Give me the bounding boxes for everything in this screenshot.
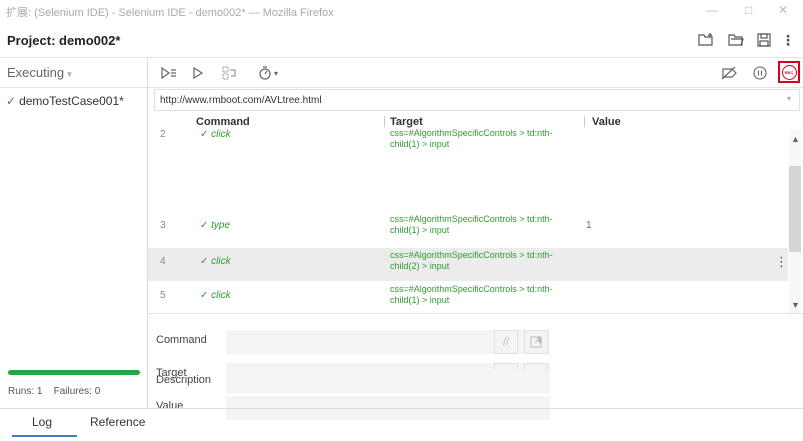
chevron-down-icon: ▾ <box>67 69 72 79</box>
command-table: Command Target Value 2 ✓ click css=#Algo… <box>148 114 803 314</box>
step-over-icon[interactable] <box>221 64 239 82</box>
window-title: 扩展: (Selenium IDE) - Selenium IDE - demo… <box>6 7 334 19</box>
row-command: ✓ click <box>200 256 231 267</box>
playback-toolbar: ▾ REC <box>148 58 803 88</box>
run-stats: Runs: 1 Failures: 0 <box>8 386 100 397</box>
close-icon[interactable]: ✕ <box>778 3 788 17</box>
speed-timer-icon[interactable]: ▾ <box>256 64 280 82</box>
test-case-item[interactable]: ✓ demoTestCase001* <box>6 94 124 108</box>
row-command: ✓ type <box>200 220 231 231</box>
open-reference-button[interactable] <box>524 330 548 354</box>
failures-count: Failures: 0 <box>53 386 101 397</box>
table-row[interactable]: 3 ✓ type css=#AlgorithmSpecificControls … <box>148 212 788 245</box>
row-target: css=#AlgorithmSpecificControls > td:nth-… <box>390 128 553 149</box>
table-scrollbar-thumb[interactable] <box>789 166 801 252</box>
main-panel: ▾ REC http://www.rmboot.com/AVLtree.html… <box>148 58 803 420</box>
row-target: css=#AlgorithmSpecificControls > td:nth-… <box>390 214 553 235</box>
table-row[interactable]: 5 ✓ click css=#AlgorithmSpecificControls… <box>148 282 788 313</box>
runs-count: Runs: 1 <box>8 386 43 397</box>
mode-dropdown[interactable]: Executing ▾ <box>0 58 147 88</box>
row-more-icon[interactable]: ⋮ <box>775 254 788 270</box>
comment-icon: // <box>502 336 510 348</box>
command-editor: Command ▾ // Target Value <box>148 316 803 420</box>
row-command: ✓ click <box>200 290 231 301</box>
record-button[interactable]: REC <box>778 61 800 83</box>
row-number: 3 <box>160 220 166 231</box>
row-number: 5 <box>160 290 166 301</box>
record-icon: REC <box>781 64 797 80</box>
run-current-test-icon[interactable] <box>190 64 206 82</box>
more-vertical-icon[interactable]: ⋮ <box>779 31 797 49</box>
row-target: css=#AlgorithmSpecificControls > td:nth-… <box>390 250 553 271</box>
project-title: Project: demo002* <box>7 33 121 48</box>
chevron-down-icon[interactable]: ▾ <box>787 94 791 103</box>
row-target: css=#AlgorithmSpecificControls > td:nth-… <box>390 284 553 305</box>
description-input[interactable] <box>226 369 550 393</box>
base-url-value: http://www.rmboot.com/AVLtree.html <box>160 95 322 106</box>
table-row-selected[interactable]: 4 ✓ click css=#AlgorithmSpecificControls… <box>148 248 788 281</box>
project-bar: Project: demo002* ⋮ <box>0 22 803 58</box>
minimize-icon[interactable]: — <box>706 3 718 17</box>
run-all-tests-icon[interactable] <box>160 64 178 82</box>
check-icon: ✓ <box>6 94 17 108</box>
bottom-panel-tabs: Log Reference <box>0 408 803 441</box>
external-link-icon <box>530 336 542 348</box>
toggle-comment-button[interactable]: // <box>494 330 518 354</box>
new-folder-icon[interactable] <box>697 31 715 49</box>
tab-reference[interactable]: Reference <box>90 415 145 429</box>
row-value: 1 <box>586 220 592 231</box>
test-sidebar: Executing ▾ ✓ demoTestCase001* Runs: 1 Fai… <box>0 58 148 408</box>
disable-breakpoints-icon[interactable] <box>720 64 738 82</box>
test-case-name: demoTestCase001* <box>19 94 124 108</box>
save-icon[interactable] <box>755 31 773 49</box>
row-command: ✓ click <box>200 129 231 140</box>
scroll-up-icon[interactable]: ▲ <box>791 134 800 144</box>
maximize-icon[interactable]: □ <box>745 3 752 17</box>
scroll-down-icon[interactable]: ▼ <box>791 300 800 310</box>
active-tab-indicator <box>12 435 77 437</box>
run-progress-bar <box>8 370 140 375</box>
record-label: REC <box>784 69 794 75</box>
row-number: 2 <box>160 129 166 140</box>
mode-label: Executing <box>7 65 65 80</box>
base-url-input[interactable]: http://www.rmboot.com/AVLtree.html ▾ <box>154 89 800 111</box>
pause-icon[interactable] <box>752 64 768 82</box>
open-project-icon[interactable] <box>727 31 745 49</box>
tab-log[interactable]: Log <box>32 415 52 429</box>
row-number: 4 <box>160 256 166 267</box>
window-titlebar: 扩展: (Selenium IDE) - Selenium IDE - demo… <box>0 0 803 22</box>
description-label: Description <box>156 374 212 386</box>
command-label: Command <box>156 334 207 346</box>
table-row[interactable]: 2 ✓ click css=#AlgorithmSpecificControls… <box>148 126 788 159</box>
